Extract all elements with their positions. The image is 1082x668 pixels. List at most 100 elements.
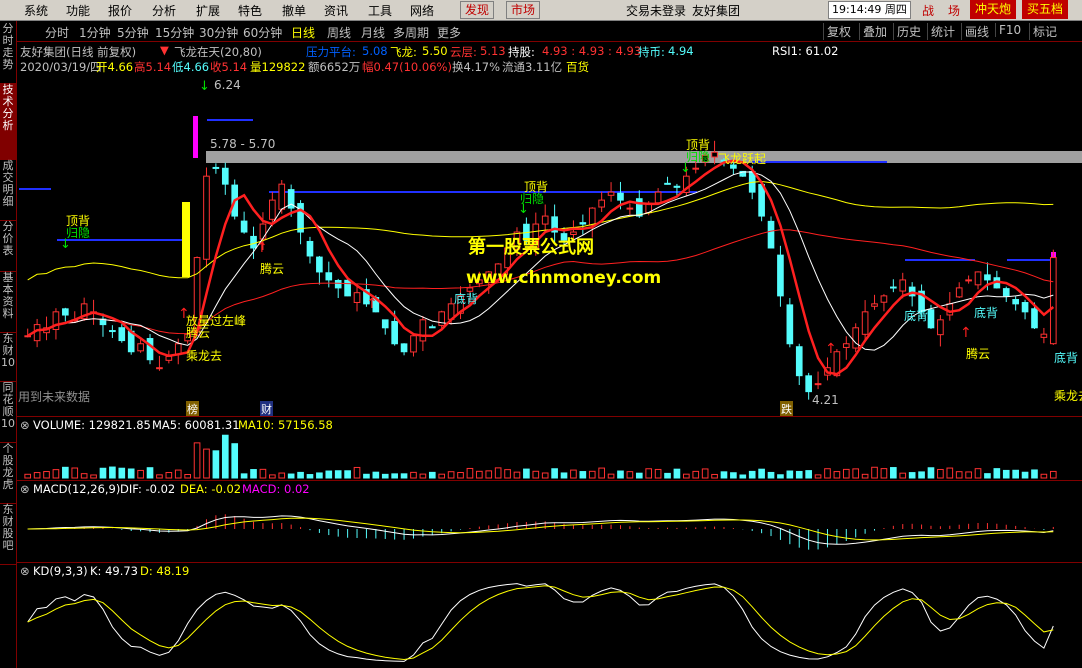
period-weekly[interactable]: 周线 bbox=[327, 24, 351, 41]
candle-body[interactable] bbox=[955, 287, 963, 298]
candle-body[interactable] bbox=[852, 327, 860, 349]
candle-body[interactable] bbox=[937, 319, 944, 336]
candle-body[interactable] bbox=[146, 338, 154, 361]
candle-body[interactable] bbox=[381, 319, 389, 329]
candle-body[interactable] bbox=[598, 199, 605, 208]
candle-body[interactable] bbox=[1040, 333, 1048, 338]
side-tab-basic-info[interactable]: 基本资料 bbox=[0, 272, 16, 333]
menu-cancel-order[interactable]: 撤单 bbox=[282, 2, 306, 19]
menu-extend[interactable]: 扩展 bbox=[196, 2, 220, 19]
candle-body[interactable] bbox=[278, 183, 286, 210]
candle-body[interactable] bbox=[758, 183, 765, 217]
candle-body[interactable] bbox=[607, 191, 615, 196]
candle-body[interactable] bbox=[588, 207, 596, 226]
candle-body[interactable] bbox=[673, 185, 681, 188]
candle-body[interactable] bbox=[400, 343, 408, 353]
candle-body[interactable] bbox=[62, 308, 69, 316]
menu-tools[interactable]: 工具 bbox=[368, 2, 392, 19]
kd-chart[interactable] bbox=[17, 578, 1082, 666]
period-60min[interactable]: 60分钟 bbox=[243, 24, 282, 41]
candle-body[interactable] bbox=[306, 240, 314, 257]
overlay-button[interactable]: 叠加 bbox=[859, 23, 890, 40]
candle-body[interactable] bbox=[842, 343, 850, 348]
candle-body[interactable] bbox=[156, 367, 163, 370]
candle-body[interactable] bbox=[579, 222, 587, 225]
mark-button[interactable]: 标记 bbox=[1029, 23, 1060, 40]
macd-toggle-icon[interactable]: ⊗ bbox=[20, 482, 30, 496]
badge-cai[interactable]: 财 bbox=[260, 401, 273, 417]
candle-body[interactable] bbox=[203, 175, 210, 260]
hot-chang[interactable]: 场 bbox=[948, 2, 960, 19]
side-tab-dragon-tiger[interactable]: 个股龙虎 bbox=[0, 443, 16, 504]
candle-body[interactable] bbox=[1002, 288, 1010, 297]
candle-body[interactable] bbox=[767, 220, 775, 249]
f10-button[interactable]: F10 bbox=[995, 23, 1024, 37]
candle-body[interactable] bbox=[984, 274, 991, 281]
candle-body[interactable] bbox=[259, 223, 267, 240]
discover-button[interactable]: 发现 bbox=[460, 1, 495, 19]
candle-body[interactable] bbox=[814, 383, 822, 386]
volume-toggle-icon[interactable]: ⊗ bbox=[20, 418, 30, 432]
menu-feature[interactable]: 特色 bbox=[238, 2, 262, 19]
menu-system[interactable]: 系统 bbox=[24, 2, 48, 19]
candle-body[interactable] bbox=[899, 279, 907, 292]
candle-body[interactable] bbox=[664, 182, 671, 185]
draw-button[interactable]: 画线 bbox=[961, 23, 992, 40]
candle-body[interactable] bbox=[109, 330, 116, 333]
hot-zhan[interactable]: 战 bbox=[922, 2, 934, 19]
badge-die[interactable]: 跌 bbox=[780, 401, 793, 417]
period-15min[interactable]: 15分钟 bbox=[155, 24, 194, 41]
candle-body[interactable] bbox=[692, 167, 700, 170]
candle-body[interactable] bbox=[890, 286, 897, 289]
period-daily[interactable]: 日线 bbox=[291, 24, 315, 41]
candle-body[interactable] bbox=[297, 203, 304, 233]
candle-body[interactable] bbox=[711, 151, 718, 158]
candle-body[interactable] bbox=[240, 220, 248, 233]
candle-body[interactable] bbox=[410, 335, 417, 353]
candle-body[interactable] bbox=[777, 254, 784, 297]
side-tab-trades[interactable]: 成交明细 bbox=[0, 160, 16, 221]
candle-body[interactable] bbox=[1049, 257, 1057, 345]
candle-body[interactable] bbox=[1031, 308, 1038, 329]
candle-body[interactable] bbox=[805, 375, 812, 393]
menu-quote[interactable]: 报价 bbox=[108, 2, 132, 19]
candle-body[interactable] bbox=[118, 327, 126, 342]
menu-analysis[interactable]: 分析 bbox=[152, 2, 176, 19]
candle-body[interactable] bbox=[871, 303, 878, 307]
macd-chart[interactable] bbox=[17, 496, 1082, 562]
candle-body[interactable] bbox=[974, 271, 982, 286]
candle-body[interactable] bbox=[626, 207, 634, 210]
period-more[interactable]: 更多 bbox=[437, 24, 461, 41]
candle-body[interactable] bbox=[391, 320, 398, 345]
candle-body[interactable] bbox=[927, 309, 935, 329]
candle-body[interactable] bbox=[419, 319, 427, 342]
candle-body[interactable] bbox=[212, 166, 220, 169]
candle-body[interactable] bbox=[786, 304, 794, 345]
side-tab-forum[interactable]: 东财股吧 bbox=[0, 504, 16, 565]
kd-toggle-icon[interactable]: ⊗ bbox=[20, 564, 30, 578]
candle-body[interactable] bbox=[334, 280, 342, 289]
candle-body[interactable] bbox=[316, 256, 323, 273]
side-tab-technical[interactable]: 技术分析 bbox=[0, 84, 16, 160]
volume-chart[interactable] bbox=[17, 432, 1082, 480]
period-30min[interactable]: 30分钟 bbox=[199, 24, 238, 41]
menu-function[interactable]: 功能 bbox=[66, 2, 90, 19]
period-5min[interactable]: 5分钟 bbox=[117, 24, 149, 41]
badge-bang[interactable]: 榜 bbox=[186, 401, 199, 417]
candle-body[interactable] bbox=[965, 279, 972, 282]
candle-body[interactable] bbox=[137, 343, 144, 352]
period-multi[interactable]: 多周期 bbox=[393, 24, 429, 41]
stats-button[interactable]: 统计 bbox=[927, 23, 958, 40]
side-tab-dongcai[interactable]: 东财10 bbox=[0, 333, 16, 382]
hot-buy-five[interactable]: 买五档 bbox=[1022, 0, 1069, 19]
candle-body[interactable] bbox=[1012, 299, 1019, 305]
menu-info[interactable]: 资讯 bbox=[324, 2, 348, 19]
candle-body[interactable] bbox=[654, 191, 662, 204]
side-tab-price-table[interactable]: 分价表 bbox=[0, 221, 16, 272]
menu-network[interactable]: 网络 bbox=[410, 2, 434, 19]
candle-body[interactable] bbox=[1021, 302, 1029, 313]
side-tab-timeshare[interactable]: 分时走势 bbox=[0, 23, 16, 84]
indicator-name[interactable]: 飞龙在天(20,80) bbox=[174, 44, 262, 60]
candle-body[interactable] bbox=[269, 199, 276, 220]
hot-chongtianpao[interactable]: 冲天炮 bbox=[970, 0, 1017, 19]
